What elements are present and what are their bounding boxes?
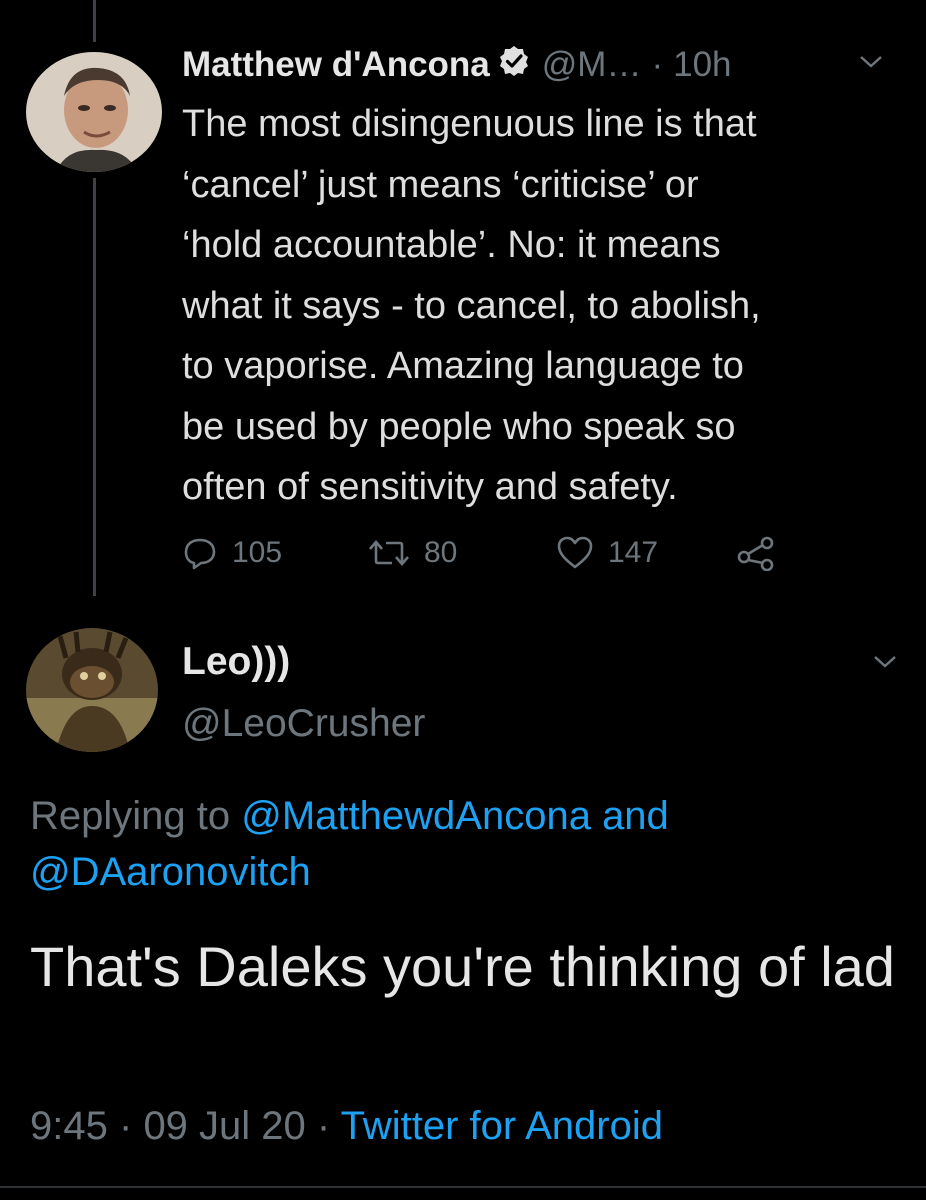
mention-link[interactable]: @MatthewdAncona <box>241 794 591 838</box>
tweet-text-line: The most disingenuous line is that <box>182 103 757 145</box>
tweet-text-line: ‘hold accountable’. No: it means <box>182 224 721 266</box>
retweet-icon <box>369 540 409 566</box>
avatar-matthew[interactable] <box>26 52 162 172</box>
replying-to: Replying to @MatthewdAncona and @DAarono… <box>30 788 910 900</box>
like-button[interactable]: 147 <box>556 528 658 578</box>
avatar-leo[interactable] <box>26 628 158 752</box>
replying-and[interactable]: and <box>602 794 669 838</box>
tweet-text-line: what it says - to cancel, to abolish, <box>182 284 761 327</box>
reply-button[interactable]: 105 <box>182 528 282 578</box>
thread-line <box>93 178 96 596</box>
tweet-meta: 9:45 · 09 Jul 20 · Twitter for Android <box>30 1104 663 1149</box>
reply-count: 105 <box>232 536 283 569</box>
tweet-text: The most disingenuous line is that ‘canc… <box>182 94 902 518</box>
reply-text: That's Daleks you're thinking of lad <box>30 935 895 998</box>
tweet-text-line: to vaporise. Amazing language to <box>182 345 744 387</box>
like-count: 147 <box>608 536 659 569</box>
separator-dot: · <box>316 1104 331 1148</box>
thread-line-top <box>93 0 96 42</box>
tweet-timestamp: 9:45 <box>30 1104 108 1148</box>
verified-badge-icon <box>498 45 530 86</box>
retweet-count: 80 <box>424 536 458 569</box>
chevron-down-icon[interactable] <box>872 654 898 675</box>
tweet-actions: 105 80 147 <box>182 528 802 578</box>
author-handle[interactable]: @M… <box>542 45 642 85</box>
tweet-text-line: be used by people who speak so <box>182 405 736 448</box>
tweet-date: 09 Jul 20 <box>143 1104 306 1148</box>
chevron-down-icon[interactable] <box>858 54 884 75</box>
reply-author-name[interactable]: Leo))) <box>182 640 290 684</box>
divider <box>0 1186 926 1188</box>
separator-dot: · <box>651 45 664 84</box>
client-link[interactable]: Twitter for Android <box>341 1104 663 1148</box>
reply-icon <box>184 538 216 570</box>
replying-prefix: Replying to <box>30 794 231 838</box>
mention-link[interactable]: @DAaronovitch <box>30 850 311 894</box>
reply-author-handle[interactable]: @LeoCrusher <box>182 702 425 746</box>
tweet-time[interactable]: 10h <box>673 45 731 85</box>
heart-icon <box>557 536 593 569</box>
separator-dot: · <box>118 1104 133 1148</box>
tweet-header: Matthew d'Ancona @M… · 10h <box>182 40 732 90</box>
tweet-text-line: ‘cancel’ just means ‘criticise’ or <box>182 163 699 206</box>
share-icon <box>737 536 774 571</box>
author-name[interactable]: Matthew d'Ancona <box>182 45 490 85</box>
tweet-text-line: often of sensitivity and safety. <box>182 466 678 508</box>
retweet-button[interactable]: 80 <box>368 528 457 578</box>
share-button[interactable] <box>736 528 790 578</box>
